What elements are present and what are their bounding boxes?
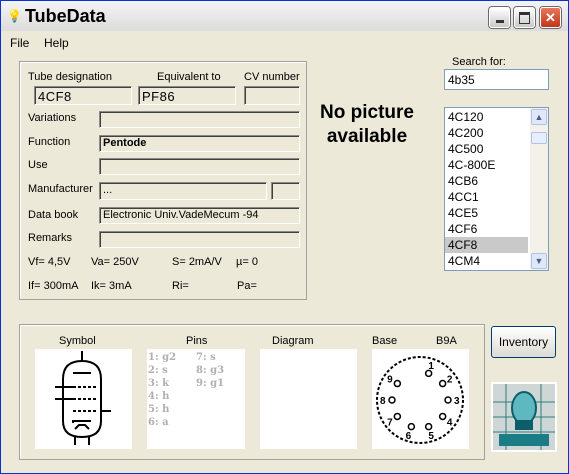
variations-label: Variations <box>28 112 77 124</box>
base-pin-markers: 1 234 5 6 789 <box>380 361 460 442</box>
b9a-base-icon: 1 234 5 6 789 <box>376 356 464 444</box>
pentode-symbol-icon <box>55 351 111 445</box>
search-input[interactable]: 4b35 <box>444 69 549 90</box>
menu-file[interactable]: File <box>10 36 29 50</box>
pins-list-col2: 7: s 8: g3 9: g1 <box>196 352 225 389</box>
base-pin-number: 5 <box>428 431 434 442</box>
base-label: Base <box>372 335 398 347</box>
base-pin-number: 9 <box>387 374 393 385</box>
symbol-box <box>35 349 132 449</box>
base-pin-number: 2 <box>447 374 453 385</box>
list-item[interactable]: 4CE5 <box>445 205 528 221</box>
diagram-label: Diagram <box>272 335 314 347</box>
scroll-up-button[interactable]: ▲ <box>531 109 547 125</box>
list-item[interactable]: 4C200 <box>445 125 528 141</box>
close-icon: ✕ <box>545 9 556 25</box>
cv-number-field[interactable] <box>244 86 300 105</box>
manufacturer-label: Manufacturer <box>28 183 93 195</box>
base-pin <box>438 379 447 388</box>
menu-bar: File Help <box>1 32 568 52</box>
list-item[interactable]: 4CF6 <box>445 221 528 237</box>
use-label: Use <box>28 159 48 171</box>
base-pin <box>444 396 452 404</box>
vf-value: Vf= 4,5V <box>28 256 71 268</box>
base-pin <box>388 396 396 404</box>
list-item[interactable]: 4C120 <box>445 109 528 125</box>
pins-label: Pins <box>186 335 208 347</box>
va-value: Va= 250V <box>91 256 139 268</box>
mu-value: µ= 0 <box>236 256 258 268</box>
tube-list[interactable]: 4C120 4C200 4C500 4C-800E 4CB6 4CC1 4CE5 4CF6 4C… <box>444 107 549 271</box>
base-type-label: B9A <box>436 335 457 347</box>
cv-number-label: CV number <box>244 71 300 83</box>
minimize-icon <box>495 20 504 23</box>
window-title: TubeData <box>25 6 106 26</box>
tube-logo-image <box>491 382 557 452</box>
base-pin <box>438 412 447 421</box>
function-field[interactable]: Pentode <box>99 135 300 152</box>
base-box: 1 234 5 6 789 <box>372 349 469 449</box>
list-item[interactable]: 4C-800E <box>445 157 528 173</box>
base-pin-number: 8 <box>380 396 386 407</box>
base-pin <box>407 422 416 431</box>
manufacturer-code-field[interactable] <box>271 182 300 200</box>
app-window: 💡 TubeData ✕ File Help Tube designation … <box>0 0 569 474</box>
minimize-button[interactable] <box>489 7 510 28</box>
lightbulb-icon: 💡 <box>7 9 22 23</box>
maximize-icon <box>519 11 530 24</box>
list-item[interactable]: 4CC1 <box>445 189 528 205</box>
databook-label: Data book <box>28 209 79 221</box>
no-picture-text: No picture available <box>320 102 414 147</box>
chevron-up-icon: ▲ <box>534 112 544 122</box>
title-bar[interactable]: 💡 TubeData ✕ <box>1 1 568 31</box>
base-pin <box>393 412 402 421</box>
menu-help[interactable]: Help <box>44 36 69 50</box>
base-pin <box>424 422 433 431</box>
scroll-down-button[interactable]: ▼ <box>531 253 547 269</box>
chevron-down-icon: ▼ <box>534 256 544 266</box>
variations-field[interactable] <box>99 111 300 128</box>
base-pin-number: 6 <box>406 431 412 442</box>
inventory-button[interactable]: Inventory <box>491 326 556 358</box>
base-pin <box>393 379 402 388</box>
base-pin-number: 1 <box>428 361 434 372</box>
s-value: S= 2mA/V <box>172 256 222 268</box>
list-scrollbar[interactable]: ▲ ▼ <box>530 108 548 270</box>
manufacturer-field[interactable]: ... <box>99 182 267 200</box>
tube-logo-icon <box>493 384 555 450</box>
remarks-label: Remarks <box>28 232 73 244</box>
equivalent-label: Equivalent to <box>157 71 221 83</box>
remarks-field[interactable] <box>99 231 300 248</box>
symbol-label: Symbol <box>59 335 96 347</box>
tube-designation-label: Tube designation <box>28 71 112 83</box>
function-label: Function <box>28 136 71 148</box>
databook-field[interactable]: Electronic Univ.VadeMecum -94 <box>99 207 300 224</box>
list-item[interactable]: 4C500 <box>445 141 528 157</box>
pa-value: Pa= <box>237 280 257 292</box>
pins-box: 1: g2 2: s 3: k 4: h 5: h 6: a 7: s 8: g… <box>147 349 245 449</box>
base-pin-number: 4 <box>447 418 453 429</box>
equivalent-field[interactable]: PF86 <box>138 86 236 105</box>
search-label: Search for: <box>452 56 506 68</box>
ri-value: Ri= <box>172 280 189 292</box>
list-item[interactable]: 4CF8 <box>445 237 528 253</box>
base-pin-number: 7 <box>387 418 393 429</box>
use-field[interactable] <box>99 158 300 175</box>
if-value: If= 300mA <box>28 280 79 292</box>
tube-designation-field[interactable]: 4CF8 <box>34 86 132 105</box>
pins-list-col1: 1: g2 2: s 3: k 4: h 5: h 6: a <box>148 352 177 428</box>
list-item[interactable]: 4CB6 <box>445 173 528 189</box>
ik-value: Ik= 3mA <box>91 280 132 292</box>
maximize-button[interactable] <box>514 7 535 28</box>
close-button[interactable]: ✕ <box>540 7 561 28</box>
scroll-thumb[interactable] <box>531 132 547 144</box>
list-item[interactable]: 4CM4 <box>445 253 528 269</box>
base-pin-number: 3 <box>454 396 460 407</box>
diagram-box <box>260 349 357 449</box>
